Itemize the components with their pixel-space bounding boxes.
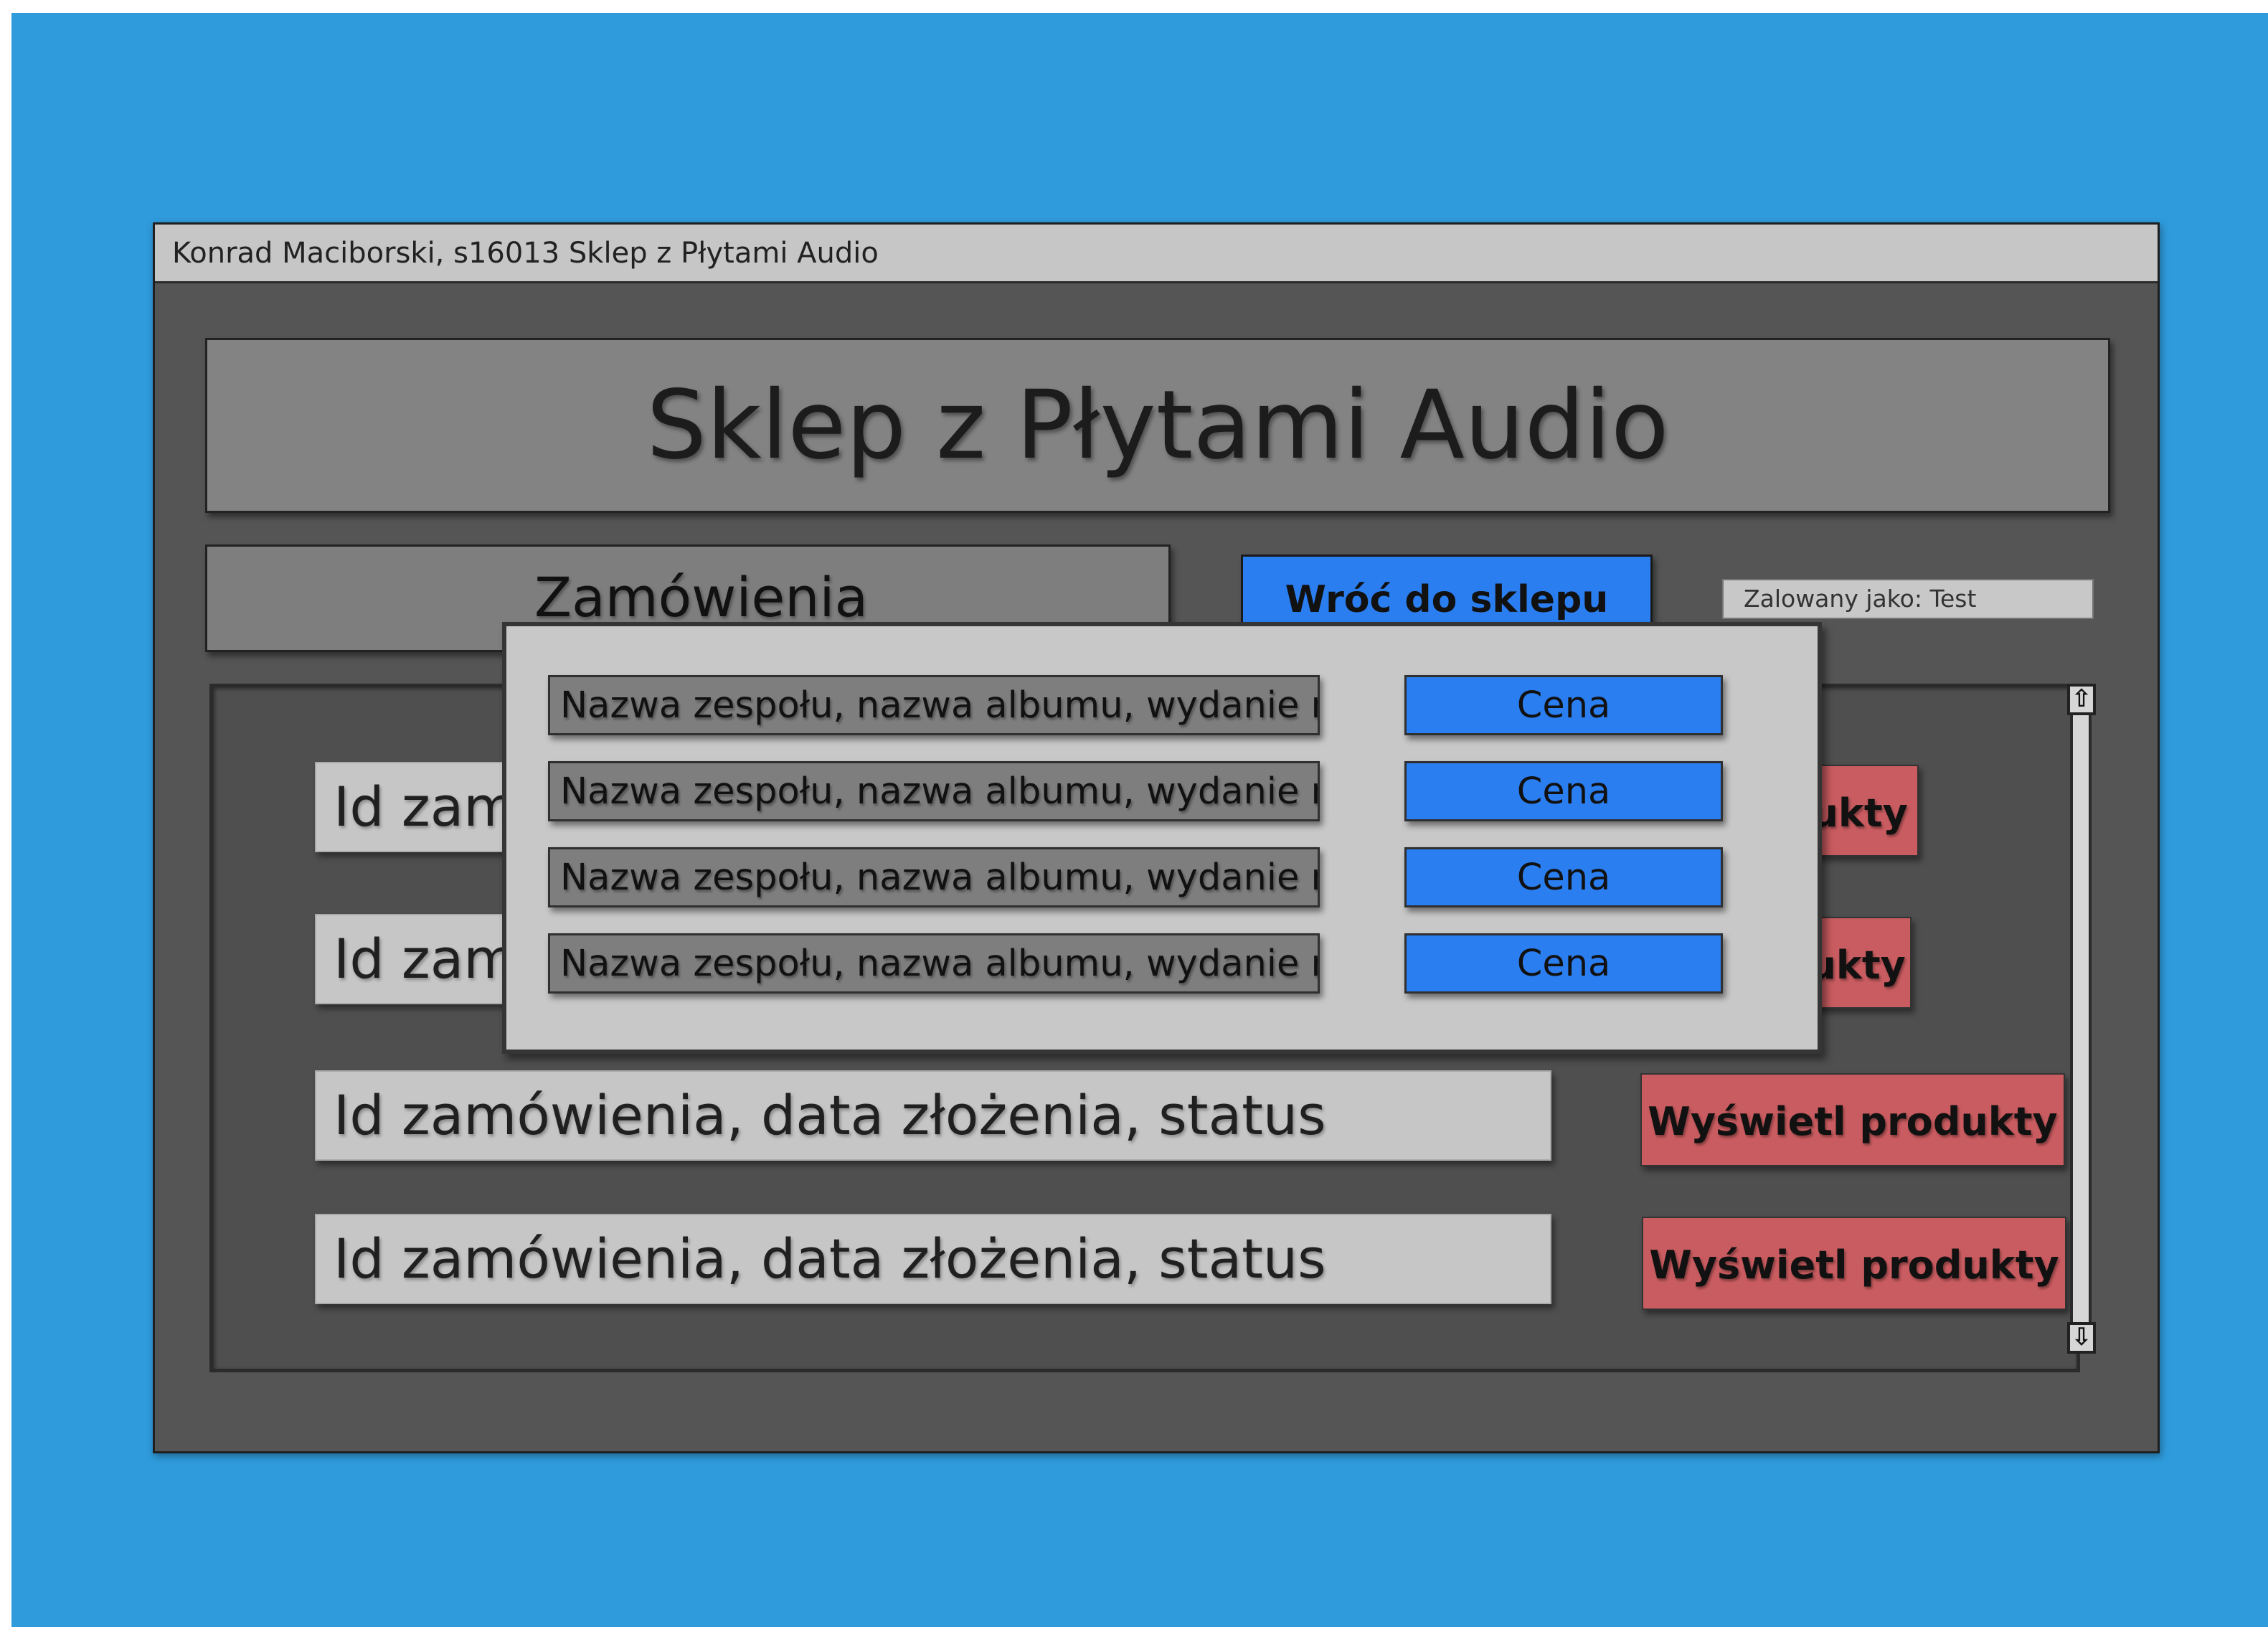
product-name: Nazwa zespołu, nazwa albumu, wydanie na — [548, 933, 1320, 994]
arrow-down-icon[interactable]: ⇩ — [2067, 1322, 2096, 1354]
order-info: Id zamówienia, data złożenia, status — [334, 1083, 1326, 1147]
product-name-label: Nazwa zespołu, nazwa albumu, wydanie na — [560, 943, 1320, 985]
arrow-up-icon[interactable]: ⇧ — [2067, 684, 2096, 715]
price-label: Cena — [1516, 684, 1611, 727]
price-button[interactable]: Cena — [1404, 847, 1723, 907]
section-title: Zamówienia — [534, 565, 869, 629]
show-products-button[interactable]: Wyświetl produkty — [1640, 1073, 2065, 1166]
scrollbar-track[interactable] — [2070, 712, 2092, 1344]
orders-scrollbar[interactable]: ⇧ ⇩ — [2064, 684, 2099, 1372]
price-button[interactable]: Cena — [1404, 761, 1723, 821]
app-window: Konrad Maciborski, s16013 Sklep z Płytam… — [153, 222, 2160, 1453]
price-button[interactable]: Cena — [1404, 933, 1723, 994]
price-button[interactable]: Cena — [1404, 675, 1723, 735]
order-products-popup: Nazwa zespołu, nazwa albumu, wydanie na … — [502, 622, 1822, 1054]
show-products-label: Wyświetl produkty — [1649, 1242, 2059, 1288]
logged-in-status: Zalowany jako: Test — [1722, 579, 2094, 619]
show-products-label: Wyświetl produkty — [1648, 1099, 2058, 1144]
back-to-store-label: Wróć do sklepu — [1285, 578, 1609, 621]
store-title: Sklep z Płytami Audio — [646, 370, 1669, 481]
product-name: Nazwa zespołu, nazwa albumu, wydanie na — [548, 761, 1320, 821]
product-name: Nazwa zespołu, nazwa albumu, wydanie na — [548, 847, 1320, 907]
order-row: Id zamówienia, data złożenia, status — [315, 1214, 1551, 1304]
product-name-label: Nazwa zespołu, nazwa albumu, wydanie na — [560, 684, 1320, 727]
store-header: Sklep z Płytami Audio — [205, 338, 2110, 513]
product-name: Nazwa zespołu, nazwa albumu, wydanie na — [548, 675, 1320, 735]
price-label: Cena — [1516, 770, 1611, 813]
show-products-button[interactable]: Wyświetl produkty — [1642, 1217, 2066, 1310]
desktop-background: Konrad Maciborski, s16013 Sklep z Płytam… — [11, 13, 2268, 1627]
window-title: Konrad Maciborski, s16013 Sklep z Płytam… — [172, 237, 879, 270]
price-label: Cena — [1516, 943, 1611, 985]
price-label: Cena — [1516, 857, 1611, 899]
logged-in-label: Zalowany jako: Test — [1744, 585, 1977, 613]
product-name-label: Nazwa zespołu, nazwa albumu, wydanie na — [560, 857, 1320, 899]
product-name-label: Nazwa zespołu, nazwa albumu, wydanie na — [560, 770, 1320, 813]
window-titlebar[interactable]: Konrad Maciborski, s16013 Sklep z Płytam… — [155, 225, 2158, 283]
order-info: Id zamówienia, data złożenia, status — [334, 1227, 1326, 1291]
order-row: Id zamówienia, data złożenia, status — [315, 1070, 1551, 1161]
